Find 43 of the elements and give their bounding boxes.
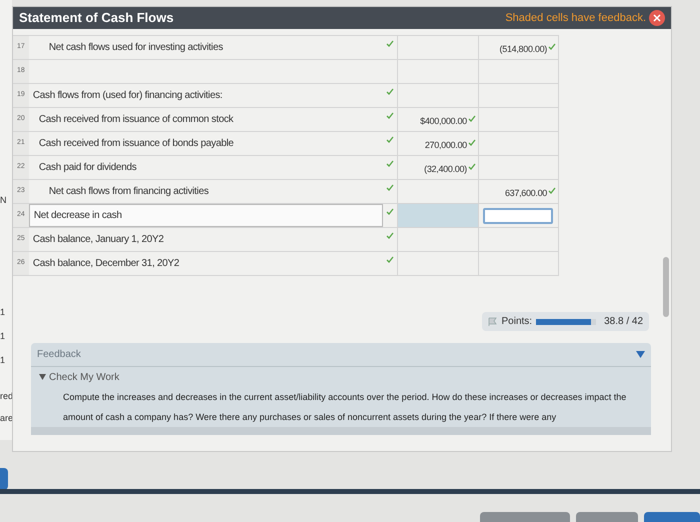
close-button[interactable] <box>649 10 665 26</box>
amount-value: (32,400.00) <box>424 163 467 176</box>
footer-button[interactable] <box>480 512 570 522</box>
row-label: Cash balance, January 1, 20Y2 <box>32 233 164 247</box>
resize-bar[interactable] <box>31 427 651 435</box>
points-score: 38.8 / 42 <box>604 315 643 329</box>
row-label: Cash received from issuance of common stock <box>38 113 234 127</box>
side-tab[interactable] <box>0 468 8 490</box>
row-label: Cash flows from (used for) financing activities: <box>32 89 222 103</box>
footer-button[interactable] <box>644 512 700 522</box>
flag-icon <box>488 316 498 326</box>
selected-row-highlight[interactable]: Net decrease in cash <box>28 204 383 227</box>
background-text: 1 <box>0 332 6 341</box>
row-label: Cash received from issuance of bonds payable <box>38 137 234 151</box>
feedback-note: Shaded cells have feedback. <box>505 10 646 26</box>
amount-value: $400,000.00 <box>420 115 467 128</box>
feedback-text: Compute the increases and decreases in the current asset/liability accounts over the period. How do these increases or decreases impact the amount of cash a company has? Were there any purchases or sales of noncurrent assets during the year? If there were any <box>62 391 628 424</box>
feedback-title: Feedback <box>37 348 81 362</box>
scrollbar-thumb[interactable] <box>663 257 669 317</box>
background-text: 1 <box>0 356 6 365</box>
check-icon <box>548 187 556 194</box>
check-icon <box>548 43 556 50</box>
amount-value: (514,800.00) <box>500 43 547 56</box>
dropdown-caret-icon[interactable] <box>636 351 645 358</box>
amount-input-field[interactable] <box>483 208 554 224</box>
check-my-work-toggle[interactable]: Check My Work <box>31 367 651 387</box>
row-label: Cash paid for dividends <box>38 161 136 175</box>
background-text: N <box>0 196 6 205</box>
dialog-title: Statement of Cash Flows <box>19 9 174 28</box>
row-label: Net cash flows from financing activities <box>48 185 209 199</box>
check-icon <box>468 163 476 170</box>
background-text: 1 <box>0 308 6 317</box>
points-label: Points: <box>502 315 532 329</box>
amount-value: 270,000.00 <box>424 139 467 152</box>
background-text: are <box>0 414 14 423</box>
footer-button[interactable] <box>576 512 638 522</box>
amount-value: 637,600.00 <box>504 187 547 200</box>
row-label: Net decrease in cash <box>34 209 122 223</box>
close-icon <box>653 14 661 22</box>
row-label: Net cash flows used for investing activities <box>48 41 223 55</box>
check-icon <box>468 139 476 146</box>
check-icon <box>468 115 476 122</box>
row-label: Cash balance, December 31, 20Y2 <box>32 257 180 271</box>
